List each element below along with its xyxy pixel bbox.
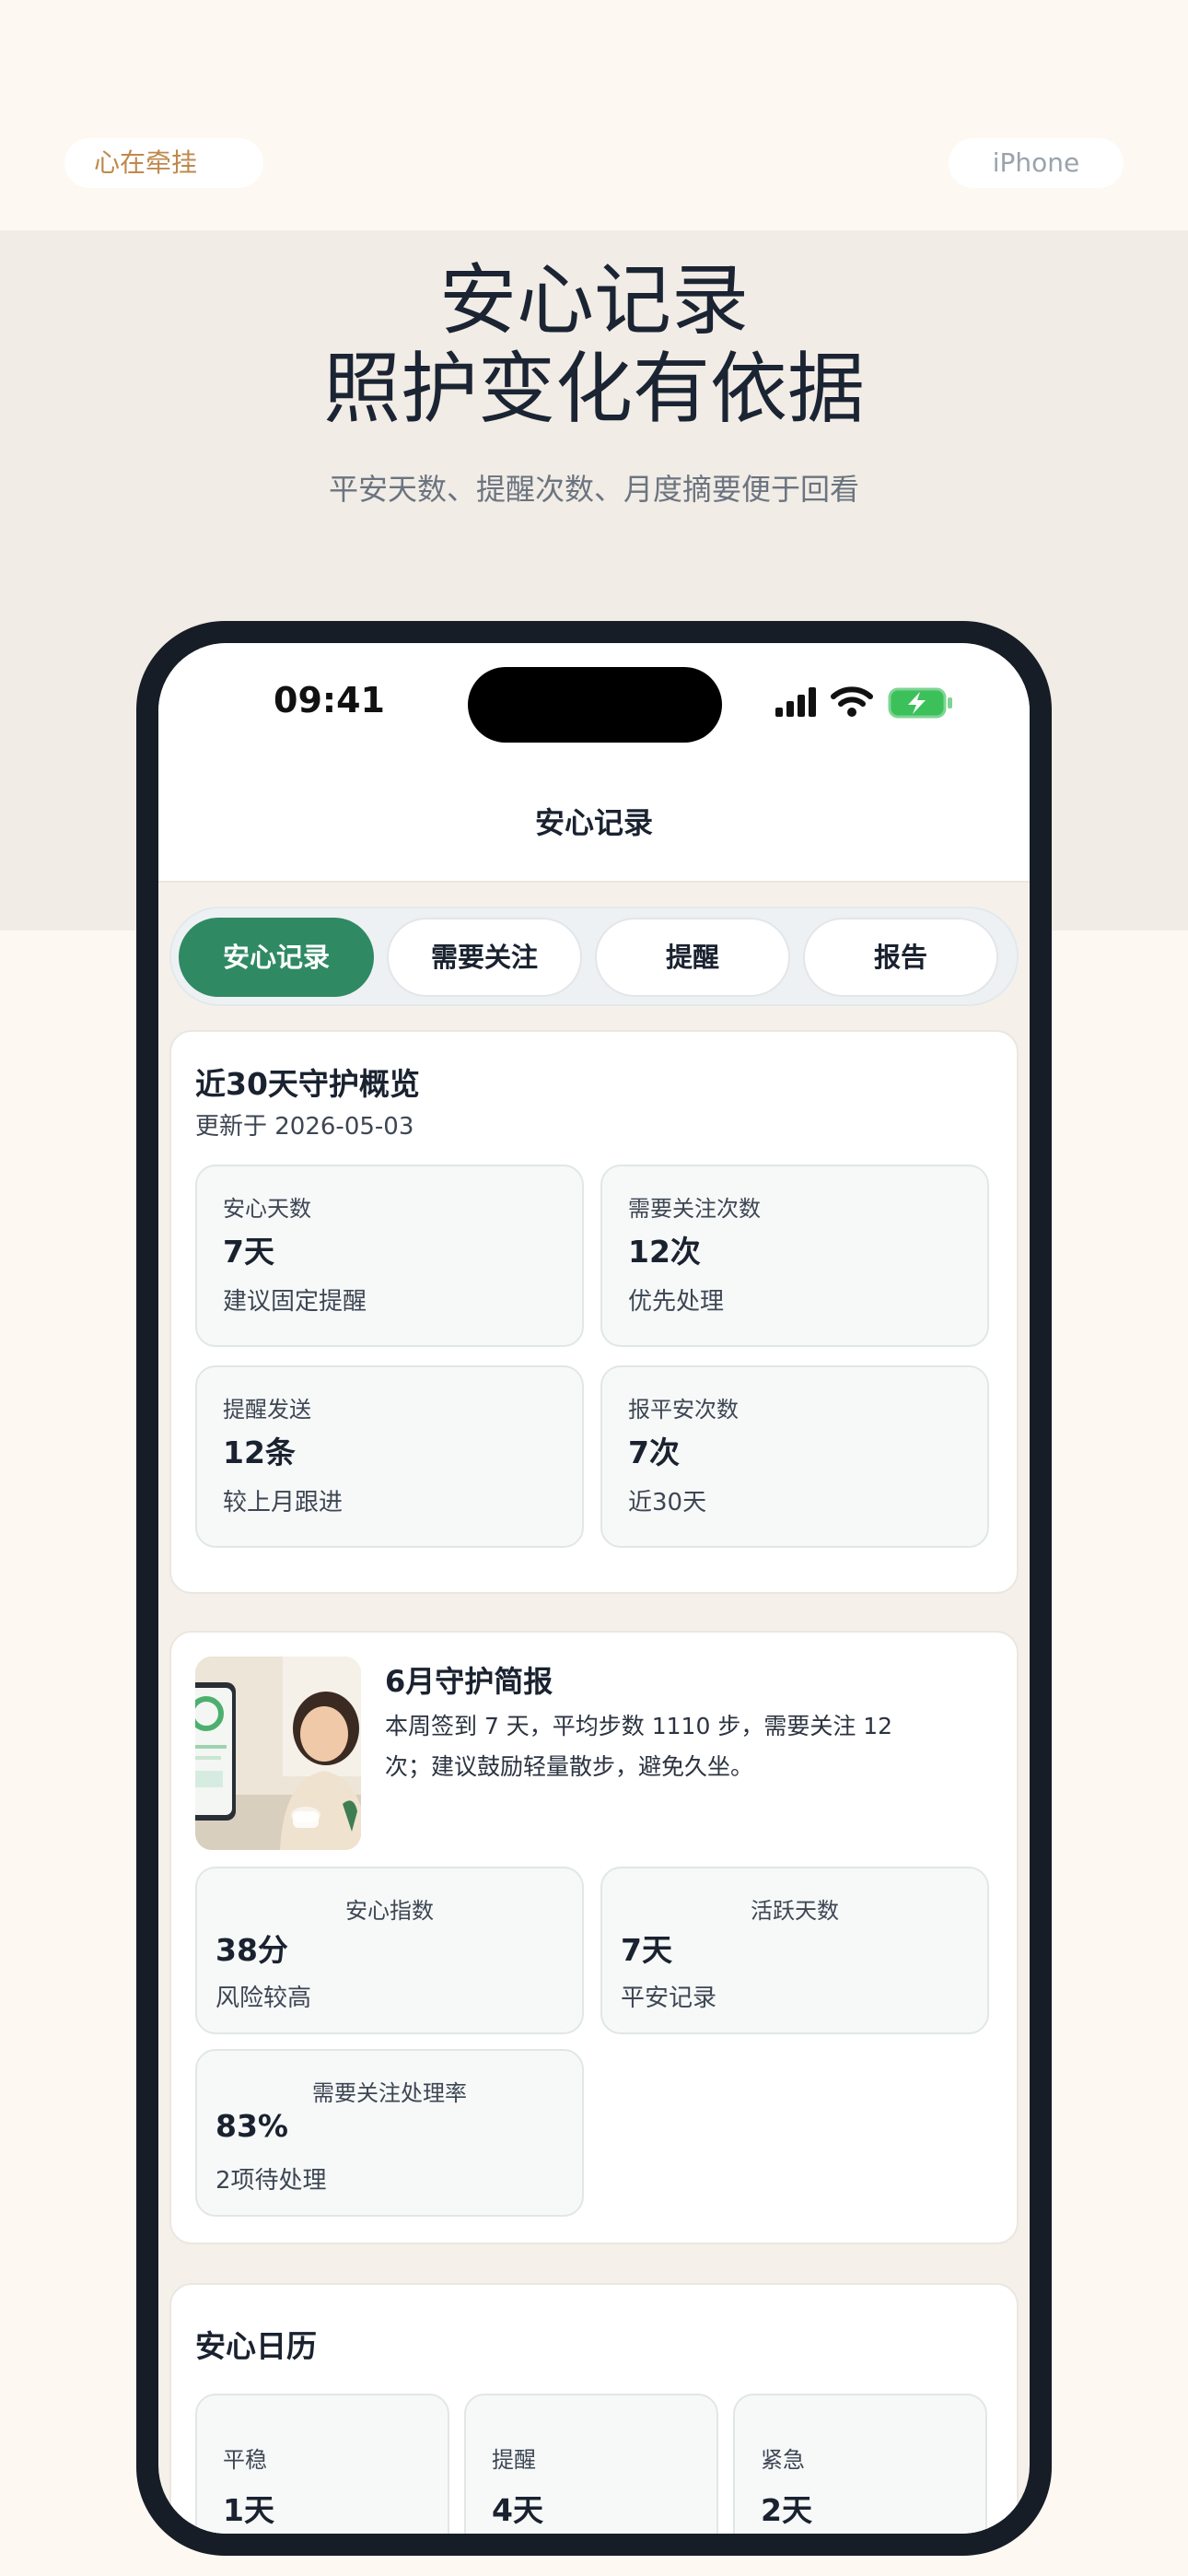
headline-line-1: 安心记录 bbox=[438, 255, 749, 345]
nav-bar: 安心记录 bbox=[158, 763, 1030, 883]
metric-note: 风险较高 bbox=[215, 1985, 312, 2012]
stat-note: 较上月跟进 bbox=[223, 1489, 344, 1516]
nav-title: 安心记录 bbox=[534, 805, 653, 840]
calendar-value: 1天 bbox=[223, 2492, 274, 2528]
calendar-stable[interactable]: 平稳 1天 bbox=[195, 2394, 449, 2534]
stat-label: 提醒发送 bbox=[223, 1397, 311, 1423]
calendar-title: 安心日历 bbox=[195, 2328, 317, 2364]
wifi-icon bbox=[831, 686, 873, 717]
brief-summary: 本周签到 7 天，平均步数 1110 步，需要关注 12 次；建议鼓励轻量散步，… bbox=[385, 1713, 893, 1780]
metric-safety-index[interactable]: 安心指数 38分 风险较高 bbox=[195, 1867, 584, 2034]
overview-title: 近30天守护概览 bbox=[195, 1066, 420, 1102]
status-bar: 09:41 bbox=[158, 643, 1030, 763]
brief-photo bbox=[195, 1657, 361, 1850]
stat-value: 12次 bbox=[628, 1234, 701, 1270]
battery-charging-icon bbox=[888, 687, 952, 719]
tab-attention[interactable]: 需要关注 bbox=[387, 918, 582, 997]
metric-label: 需要关注处理率 bbox=[312, 2080, 467, 2106]
stat-note: 近30天 bbox=[628, 1489, 707, 1516]
metric-label: 安心指数 bbox=[345, 1898, 434, 1924]
signal-icon bbox=[775, 687, 816, 717]
tab-reports[interactable]: 报告 bbox=[803, 918, 998, 997]
metric-active-days[interactable]: 活跃天数 7天 平安记录 bbox=[600, 1867, 989, 2034]
metric-value: 7天 bbox=[621, 1932, 672, 1968]
stat-note: 优先处理 bbox=[628, 1288, 725, 1316]
safety-calendar-card: 安心日历 平稳 1天 提醒 4天 紧急 2天 bbox=[169, 2283, 1019, 2534]
stat-label: 安心天数 bbox=[223, 1196, 311, 1222]
page-subline: 平安天数、提醒次数、月度摘要便于回看 bbox=[328, 472, 859, 507]
overview-updated: 更新于 2026-05-03 bbox=[195, 1113, 414, 1141]
phone-frame: 09:41 安心记录 安心记录 需要关注 提醒 报告 近30天守护概览 更新于 … bbox=[136, 621, 1052, 2556]
stat-label: 需要关注次数 bbox=[628, 1196, 761, 1222]
calendar-label: 提醒 bbox=[492, 2447, 536, 2473]
stat-label: 报平安次数 bbox=[628, 1397, 739, 1423]
stat-attention-count[interactable]: 需要关注次数 12次 优先处理 bbox=[600, 1165, 989, 1347]
calendar-value: 4天 bbox=[492, 2492, 543, 2528]
tab-records[interactable]: 安心记录 bbox=[179, 918, 374, 997]
device-pill: iPhone bbox=[949, 138, 1124, 188]
segmented-tabs: 安心记录 需要关注 提醒 报告 bbox=[169, 907, 1019, 1006]
overview-card: 近30天守护概览 更新于 2026-05-03 安心天数 7天 建议固定提醒 需… bbox=[169, 1030, 1019, 1594]
brief-title: 6月守护简报 bbox=[385, 1664, 553, 1699]
elderly-woman-photo-illustration bbox=[195, 1657, 361, 1850]
calendar-reminder[interactable]: 提醒 4天 bbox=[464, 2394, 718, 2534]
calendar-label: 紧急 bbox=[761, 2447, 805, 2473]
metric-note: 2项待处理 bbox=[215, 2167, 327, 2195]
metric-value: 38分 bbox=[215, 1932, 288, 1968]
tab-reminders[interactable]: 提醒 bbox=[595, 918, 790, 997]
stat-value: 7次 bbox=[628, 1434, 680, 1470]
phone-screen: 09:41 安心记录 安心记录 需要关注 提醒 报告 近30天守护概览 更新于 … bbox=[158, 643, 1030, 2534]
metric-value: 83% bbox=[215, 2108, 288, 2144]
page-headline: 安心记录 照护变化有依据 bbox=[0, 256, 1188, 433]
brand-pill: 心在牵挂 bbox=[64, 138, 263, 188]
metric-note: 平安记录 bbox=[621, 1985, 717, 2012]
stat-reminders-sent[interactable]: 提醒发送 12条 较上月跟进 bbox=[195, 1365, 584, 1548]
calendar-label: 平稳 bbox=[223, 2447, 267, 2473]
stat-value: 12条 bbox=[223, 1434, 296, 1470]
headline-line-2: 照护变化有依据 bbox=[322, 344, 865, 434]
dynamic-island bbox=[468, 667, 722, 743]
stat-checkin-count[interactable]: 报平安次数 7次 近30天 bbox=[600, 1365, 989, 1548]
metric-attention-rate[interactable]: 需要关注处理率 83% 2项待处理 bbox=[195, 2049, 584, 2217]
calendar-value: 2天 bbox=[761, 2492, 812, 2528]
calendar-urgent[interactable]: 紧急 2天 bbox=[733, 2394, 987, 2534]
metric-label: 活跃天数 bbox=[751, 1898, 839, 1924]
stat-safe-days[interactable]: 安心天数 7天 建议固定提醒 bbox=[195, 1165, 584, 1347]
status-time: 09:41 bbox=[274, 680, 385, 720]
monthly-brief-card[interactable]: 6月守护简报 本周签到 7 天，平均步数 1110 步，需要关注 12 次；建议… bbox=[169, 1631, 1019, 2244]
stat-value: 7天 bbox=[223, 1234, 274, 1270]
stat-note: 建议固定提醒 bbox=[223, 1288, 367, 1316]
